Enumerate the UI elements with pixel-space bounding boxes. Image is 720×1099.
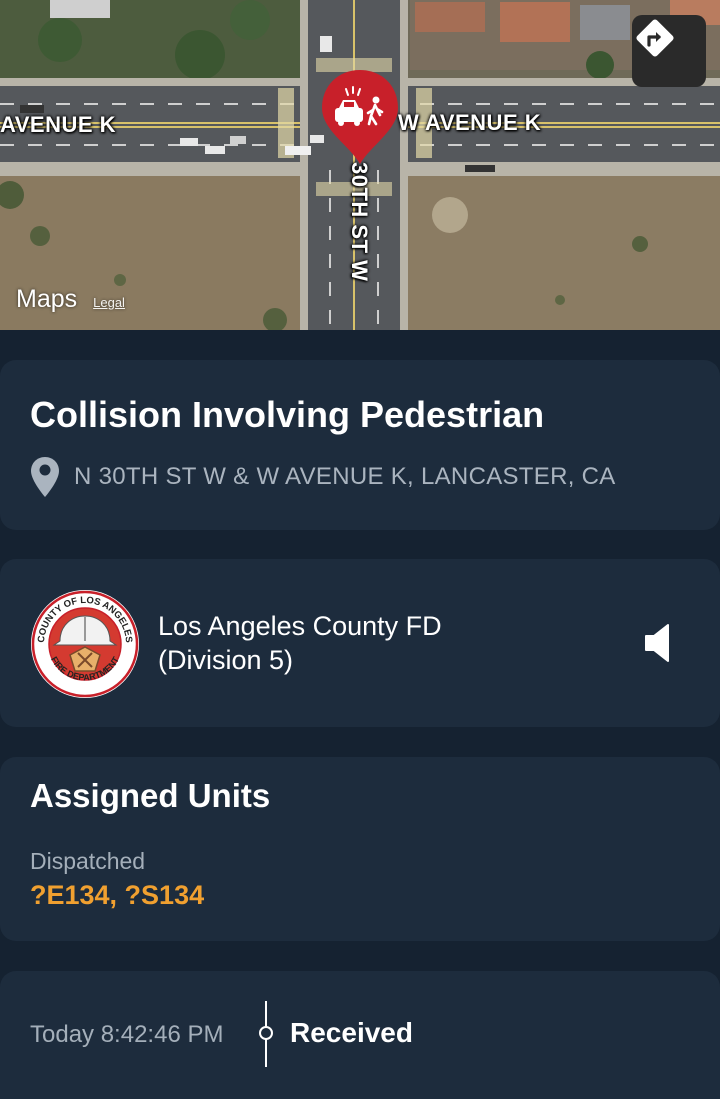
agency-name-line1: Los Angeles County FD xyxy=(158,611,442,641)
incident-location-text: N 30TH ST W & W AVENUE K, LANCASTER, CA xyxy=(74,463,616,490)
agency-name-line2: (Division 5) xyxy=(158,645,294,675)
timeline-dot-icon xyxy=(259,1026,273,1040)
assigned-units-title: Assigned Units xyxy=(30,777,271,814)
maps-brand-label: Maps xyxy=(16,285,78,313)
incident-card: Collision Involving Pedestrian N 30TH ST… xyxy=(0,360,720,530)
dispatched-units[interactable]: ?E134, ?S134 xyxy=(30,880,204,911)
agency-name: Los Angeles County FD (Division 5) xyxy=(158,609,442,677)
road-label-avenue-k: AVENUE K xyxy=(0,112,117,137)
speaker-icon[interactable] xyxy=(644,623,674,663)
incident-map[interactable]: AVENUE K W AVENUE K 30TH ST W Maps Legal xyxy=(0,0,720,330)
la-county-fire-department-logo: COUNTY OF LOS ANGELES FIRE DEPARTMENT xyxy=(31,590,139,698)
directions-icon xyxy=(636,19,674,57)
dispatched-label: Dispatched xyxy=(30,848,146,874)
incident-location-row[interactable]: N 30TH ST W & W AVENUE K, LANCASTER, CA xyxy=(30,456,616,498)
incident-location-pin[interactable] xyxy=(320,68,400,168)
collision-pedestrian-icon xyxy=(322,70,398,164)
road-label-30th-st-w: 30TH ST W xyxy=(347,162,372,282)
timeline-timestamp: Today 8:42:46 PM xyxy=(30,1021,224,1048)
location-pin-icon xyxy=(31,457,59,497)
road-label-w-avenue-k: W AVENUE K xyxy=(398,110,542,135)
legal-link[interactable]: Legal xyxy=(93,295,125,310)
timeline-card: Today 8:42:46 PM Received xyxy=(0,971,720,1099)
apple-maps-attribution: Maps Legal xyxy=(16,285,125,314)
agency-card[interactable]: COUNTY OF LOS ANGELES FIRE DEPARTMENT Lo… xyxy=(0,559,720,727)
directions-button[interactable] xyxy=(632,15,706,87)
incident-title: Collision Involving Pedestrian xyxy=(30,394,545,435)
timeline-status: Received xyxy=(290,1017,413,1048)
assigned-units-card: Assigned Units Dispatched ?E134, ?S134 xyxy=(0,757,720,941)
